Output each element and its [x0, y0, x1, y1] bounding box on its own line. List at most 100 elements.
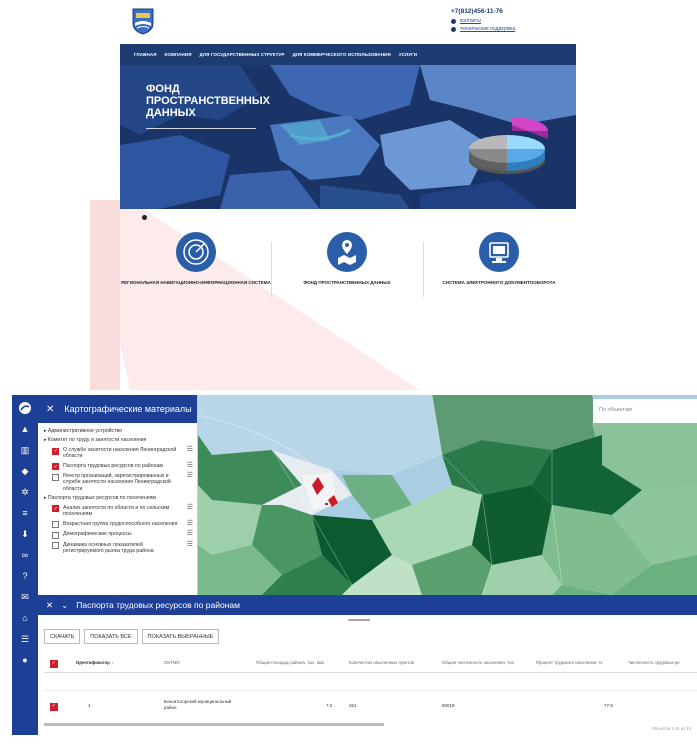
- layer-item[interactable]: Динамика основных показателей регистриру…: [52, 541, 193, 555]
- col-id[interactable]: Идентификатор ↓: [76, 660, 113, 665]
- layers-icon[interactable]: ◆: [18, 464, 32, 478]
- mail-icon[interactable]: ✉: [18, 590, 32, 604]
- layer-checkbox[interactable]: [52, 473, 59, 481]
- hero-banner[interactable]: ФОНД ПРОСТРАНСТВЕННЫХ ДАННЫХ: [120, 65, 576, 209]
- header-contacts: +7(812)456-11-76 контакты техническая по…: [451, 8, 515, 32]
- layer-item[interactable]: Возрастная группа трудоспособного населе…: [52, 520, 193, 529]
- satellite-icon[interactable]: ✲: [18, 485, 32, 499]
- nav-government[interactable]: ДЛЯ ГОСУДАРСТВЕННЫХ СТРУКТУР: [200, 52, 285, 57]
- layer-checkbox[interactable]: [52, 505, 59, 513]
- hamburger-icon[interactable]: ☰: [184, 520, 193, 527]
- map-icon[interactable]: ▥: [18, 443, 32, 457]
- object-search-input[interactable]: По объектам: [593, 399, 697, 423]
- service-document-flow-label: СИСТЕМА ЭЛЕКТРОННОГО ДОКУМЕНТООБОРОТА: [442, 280, 556, 285]
- nav-commercial[interactable]: ДЛЯ КОММЕРЧЕСКОГО ИСПОЛЬЗОВАНИЯ: [293, 52, 391, 57]
- resize-handle[interactable]: [348, 619, 370, 621]
- hamburger-icon[interactable]: ☰: [184, 462, 193, 469]
- coat-of-arms-logo[interactable]: [131, 7, 155, 35]
- phone-number[interactable]: +7(812)456-11-76: [451, 8, 515, 15]
- col-settlements[interactable]: Количество населенных пунктов: [349, 660, 414, 665]
- col-population[interactable]: Общая численность населения, чел: [442, 660, 514, 665]
- layer-checkbox[interactable]: [52, 447, 59, 455]
- service-document-flow[interactable]: СИСТЕМА ЭЛЕКТРОННОГО ДОКУМЕНТООБОРОТА: [424, 232, 574, 286]
- layer-item[interactable]: Демографические процессы ☰: [52, 530, 193, 539]
- hamburger-icon[interactable]: ☰: [184, 446, 193, 453]
- app-logo-icon[interactable]: [18, 401, 32, 415]
- carousel-dot[interactable]: [142, 215, 147, 220]
- attribute-table-title: Паспорта трудовых ресурсов по районам: [76, 600, 240, 610]
- support-link-label[interactable]: техническая поддержка: [460, 26, 515, 32]
- table-filter-row[interactable]: [44, 677, 697, 691]
- contacts-link-label[interactable]: контакты: [460, 18, 481, 24]
- layer-checkbox[interactable]: [52, 463, 59, 471]
- close-icon[interactable]: ✕: [46, 404, 54, 415]
- nav-company[interactable]: КОМПАНИЯ: [165, 52, 192, 57]
- terrain-icon[interactable]: ▲: [18, 422, 32, 436]
- help-icon[interactable]: ?: [18, 569, 32, 583]
- support-link[interactable]: техническая поддержка: [451, 26, 515, 32]
- hamburger-icon[interactable]: ☰: [184, 472, 193, 479]
- collapse-chevron-icon[interactable]: ⌄: [61, 600, 68, 611]
- layer-checkbox[interactable]: [52, 521, 59, 529]
- download-icon[interactable]: ⬇: [18, 527, 32, 541]
- cell-percent: 77.9: [604, 703, 613, 708]
- row-checkbox[interactable]: [50, 702, 58, 711]
- link-icon[interactable]: ∞: [18, 548, 32, 562]
- tree-group-admin[interactable]: Административное устройство: [44, 428, 193, 435]
- close-icon[interactable]: ✕: [46, 600, 53, 611]
- tree-group-settlement-passports[interactable]: Паспорта трудовых ресурсов по поселениям: [44, 495, 193, 502]
- user-icon[interactable]: ●: [18, 653, 32, 667]
- download-button[interactable]: СКАЧАТЬ: [44, 629, 81, 644]
- contacts-link[interactable]: контакты: [451, 18, 515, 24]
- layer-checkbox[interactable]: [52, 542, 59, 550]
- col-area[interactable]: Общая площадь района, тыс. км2: [256, 660, 324, 665]
- home-icon[interactable]: ⌂: [18, 611, 32, 625]
- gis-app: ▲ ▥ ◆ ✲ ≡ ⬇ ∞ ? ✉ ⌂ ☰ ● ✕ Картографическ…: [12, 395, 697, 735]
- layer-label: Демографические процессы: [63, 531, 132, 538]
- layer-item[interactable]: О службе занятости населения Ленинградск…: [52, 446, 193, 460]
- list-icon[interactable]: ≡: [18, 506, 32, 520]
- col-labor[interactable]: Численность трудовых ре: [628, 660, 680, 665]
- table-header-row: Идентификатор ↓ OKTMO Общая площадь райо…: [44, 653, 697, 673]
- hamburger-icon[interactable]: ☰: [184, 530, 193, 537]
- layers-panel: ✕ Картографические материалы Администрат…: [38, 395, 198, 595]
- nav-home[interactable]: ГЛАВНАЯ: [134, 52, 157, 57]
- screenshot-page: +7(812)456-11-76 контакты техническая по…: [0, 0, 697, 755]
- watermark-triangle: [90, 200, 420, 390]
- layer-checkbox[interactable]: [52, 531, 59, 539]
- layer-item[interactable]: Реестр организаций, зарегистрированных в…: [52, 472, 193, 492]
- layer-label: Возрастная группа трудоспособного населе…: [63, 520, 178, 527]
- left-toolbar: ▲ ▥ ◆ ✲ ≡ ⬇ ∞ ? ✉ ⌂ ☰ ●: [12, 395, 38, 735]
- pie-chart-illustration: [469, 117, 549, 174]
- layer-item[interactable]: Паспорта трудовых ресурсов по районам ☰: [52, 462, 193, 471]
- col-oktmo[interactable]: OKTMO: [164, 660, 180, 665]
- service-navigation-label: РЕГИОНАЛЬНАЯ НАВИГАЦИОННО-ИНФОРМАЦИОННАЯ…: [121, 280, 271, 285]
- support-icon: [451, 26, 456, 32]
- layer-label: Анализ занятости по области и по сельски…: [63, 504, 170, 518]
- menu-icon[interactable]: ☰: [18, 632, 32, 646]
- service-spatial-data[interactable]: ФОНД ПРОСТРАНСТВЕННЫХ ДАННЫХ: [272, 232, 422, 286]
- layer-item[interactable]: Анализ занятости по области и по сельски…: [52, 504, 193, 518]
- col-percent[interactable]: Процент трудового населения, %: [536, 660, 602, 665]
- cell-settlements: 261: [349, 703, 357, 708]
- hero-title-line1: ФОНД: [146, 83, 180, 95]
- table-row[interactable]: 1 Бокситогорский муниципальный район 7.2…: [44, 695, 697, 717]
- tree-group-labor-committee[interactable]: Комитет по труду и занятости населения: [44, 437, 193, 444]
- horizontal-scrollbar[interactable]: [44, 723, 384, 726]
- hero-title: ФОНД ПРОСТРАНСТВЕННЫХ ДАННЫХ: [146, 83, 270, 119]
- select-all-checkbox[interactable]: [50, 659, 58, 668]
- map-pin-icon: [327, 232, 367, 272]
- nav-services[interactable]: УСЛУГИ: [399, 52, 417, 57]
- hamburger-icon[interactable]: ☰: [184, 541, 193, 548]
- layer-label: Динамика основных показателей регистриру…: [63, 541, 154, 554]
- hero-title-line3: ДАННЫХ: [146, 107, 196, 119]
- cell-id: 1: [88, 703, 91, 708]
- show-all-button[interactable]: ПОКАЗАТЬ ВСЕ: [84, 629, 138, 644]
- cell-area: 7.2: [326, 703, 333, 708]
- hero-underline: [146, 128, 256, 129]
- show-selected-button[interactable]: ПОКАЗАТЬ ВЫБРАННЫЕ: [141, 629, 220, 644]
- attribute-table-panel: ✕ ⌄ Паспорта трудовых ресурсов по района…: [38, 595, 697, 735]
- hamburger-icon[interactable]: ☰: [184, 504, 193, 511]
- service-navigation-system[interactable]: РЕГИОНАЛЬНАЯ НАВИГАЦИОННО-ИНФОРМАЦИОННАЯ…: [121, 232, 271, 286]
- service-spatial-data-label: ФОНД ПРОСТРАНСТВЕННЫХ ДАННЫХ: [303, 280, 391, 285]
